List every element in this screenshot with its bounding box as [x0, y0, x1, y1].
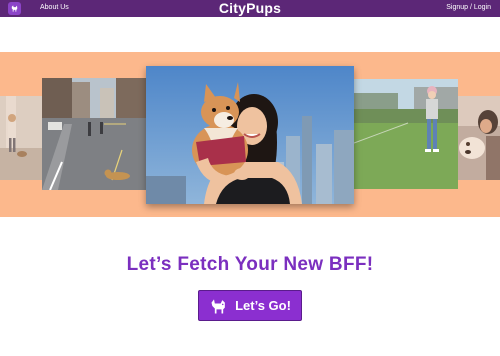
- brand-logo[interactable]: CityPups: [0, 0, 500, 17]
- photo-woman-hugging-shiba[interactable]: [146, 66, 354, 204]
- home-button[interactable]: [8, 2, 21, 15]
- dog-icon: [211, 298, 225, 313]
- photo-dog-walker-street-edge[interactable]: [0, 96, 42, 180]
- lets-go-label: Let’s Go!: [235, 297, 291, 313]
- about-us-link[interactable]: About Us: [40, 3, 69, 13]
- dog-icon: [11, 5, 18, 12]
- photo-dog-owner-edge[interactable]: [458, 96, 500, 180]
- page: About Us CityPups Signup / Login Let’s F…: [0, 0, 500, 356]
- hero-headline: Let’s Fetch Your New BFF!: [126, 254, 374, 275]
- photo-city-street-dog[interactable]: [42, 78, 146, 190]
- signup-login-link[interactable]: Signup / Login: [446, 3, 491, 13]
- top-navbar: About Us CityPups Signup / Login: [0, 0, 500, 17]
- lets-go-button[interactable]: Let’s Go!: [198, 290, 302, 321]
- photo-child-park[interactable]: [354, 79, 458, 189]
